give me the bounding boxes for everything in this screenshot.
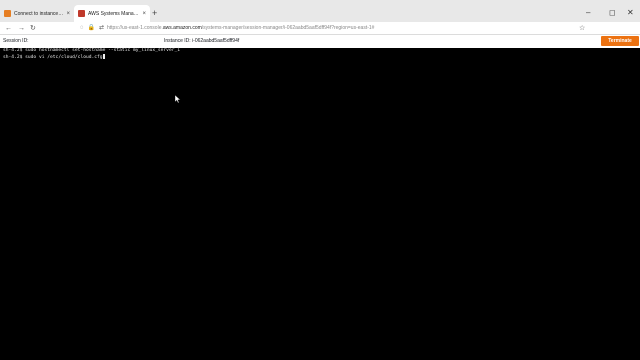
tab-close-icon[interactable]: × <box>142 11 146 17</box>
tab-title: Connect to instance | EC2 Man <box>14 10 64 17</box>
new-tab-button[interactable]: + <box>152 7 157 19</box>
close-window-button[interactable]: ✕ <box>627 7 634 19</box>
tab-systems-manager[interactable]: AWS Systems Manager - Session × <box>74 5 150 22</box>
terminal-cursor <box>102 54 106 59</box>
url-prefix: https://us-east-1.console. <box>107 25 163 31</box>
terminal-line-text: sh-4.2$ sudo vi /etc/cloud/cloud.cfg <box>3 55 103 60</box>
browser-tab-strip: Connect to instance | EC2 Man × AWS Syst… <box>0 0 640 22</box>
tab-close-icon[interactable]: × <box>66 11 70 17</box>
forward-arrow-icon[interactable]: → <box>18 22 25 35</box>
instance-id-label: Instance ID: i-062aabd5aaf5dff94f <box>164 38 240 44</box>
bookmark-star-icon[interactable]: ☆ <box>579 22 585 35</box>
terminal-window[interactable]: sh-4.2$ sudo hostnamectl set-hostname --… <box>0 48 640 360</box>
session-id-label: Session ID: <box>3 38 29 44</box>
browser-toolbar: ← → ↻ ◌🔒⇄ https://us-east-1.console.aws.… <box>0 22 640 35</box>
site-info-icons[interactable]: ◌🔒⇄ <box>80 22 108 35</box>
terminate-button[interactable]: Terminate <box>601 36 639 46</box>
url-host: aws.amazon.com <box>162 25 202 31</box>
ssm-favicon-icon <box>78 10 85 17</box>
ec2-favicon-icon <box>4 10 11 17</box>
minimize-button[interactable]: – <box>586 7 590 19</box>
tab-title: AWS Systems Manager - Session <box>88 10 141 17</box>
tab-connect-to-instance[interactable]: Connect to instance | EC2 Man × <box>0 5 74 22</box>
address-bar[interactable]: https://us-east-1.console.aws.amazon.com… <box>107 22 567 35</box>
terminal-line-current: sh-4.2$ sudo vi /etc/cloud/cloud.cfg <box>3 54 637 61</box>
session-header: Session ID: Instance ID: i-062aabd5aaf5d… <box>0 35 640 48</box>
mouse-pointer-icon <box>175 95 181 103</box>
maximize-button[interactable]: ◻ <box>609 7 616 19</box>
back-arrow-icon[interactable]: ← <box>5 22 12 35</box>
url-suffix: /systems-manager/session-manager/i-062aa… <box>201 25 375 31</box>
reload-icon[interactable]: ↻ <box>30 22 36 35</box>
